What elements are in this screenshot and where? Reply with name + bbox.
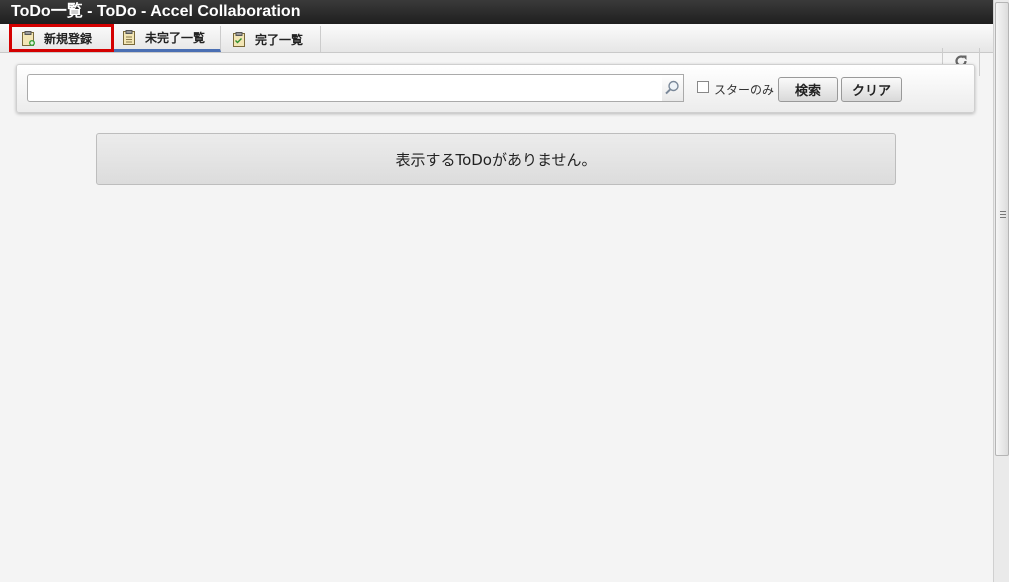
scrollbar-thumb[interactable]: [995, 2, 1009, 456]
search-panel: スターのみ 検索 クリア: [16, 64, 975, 113]
search-input[interactable]: [27, 74, 663, 102]
vertical-scrollbar[interactable]: [993, 0, 1009, 582]
empty-message: 表示するToDoがありません。: [96, 133, 896, 185]
clear-button[interactable]: クリア: [841, 77, 902, 102]
search-icon-button[interactable]: [662, 74, 684, 102]
tab-completed-list-label: 完了一覧: [255, 32, 304, 47]
search-button[interactable]: 検索: [778, 77, 838, 102]
grip-icon: [1000, 211, 1006, 219]
tab-new-registration-label: 新規登録: [44, 31, 93, 46]
window-title: ToDo一覧 - ToDo - Accel Collaboration: [0, 0, 1009, 24]
clipboard-check-icon: [233, 31, 246, 47]
tab-bar: 新規登録 未完了一覧 完了一覧: [0, 24, 993, 76]
clipboard-add-icon: [22, 30, 35, 46]
star-only-label: スターのみ: [714, 83, 775, 97]
magnifier-icon: [662, 80, 682, 105]
clipboard-icon: [123, 30, 136, 45]
tab-unfinished-list[interactable]: 未完了一覧: [114, 26, 221, 52]
tab-unfinished-list-label: 未完了一覧: [145, 31, 206, 45]
tab-new-registration[interactable]: 新規登録: [9, 24, 114, 52]
star-only-checkbox[interactable]: [697, 81, 709, 93]
tab-completed-list[interactable]: 完了一覧: [222, 26, 321, 52]
